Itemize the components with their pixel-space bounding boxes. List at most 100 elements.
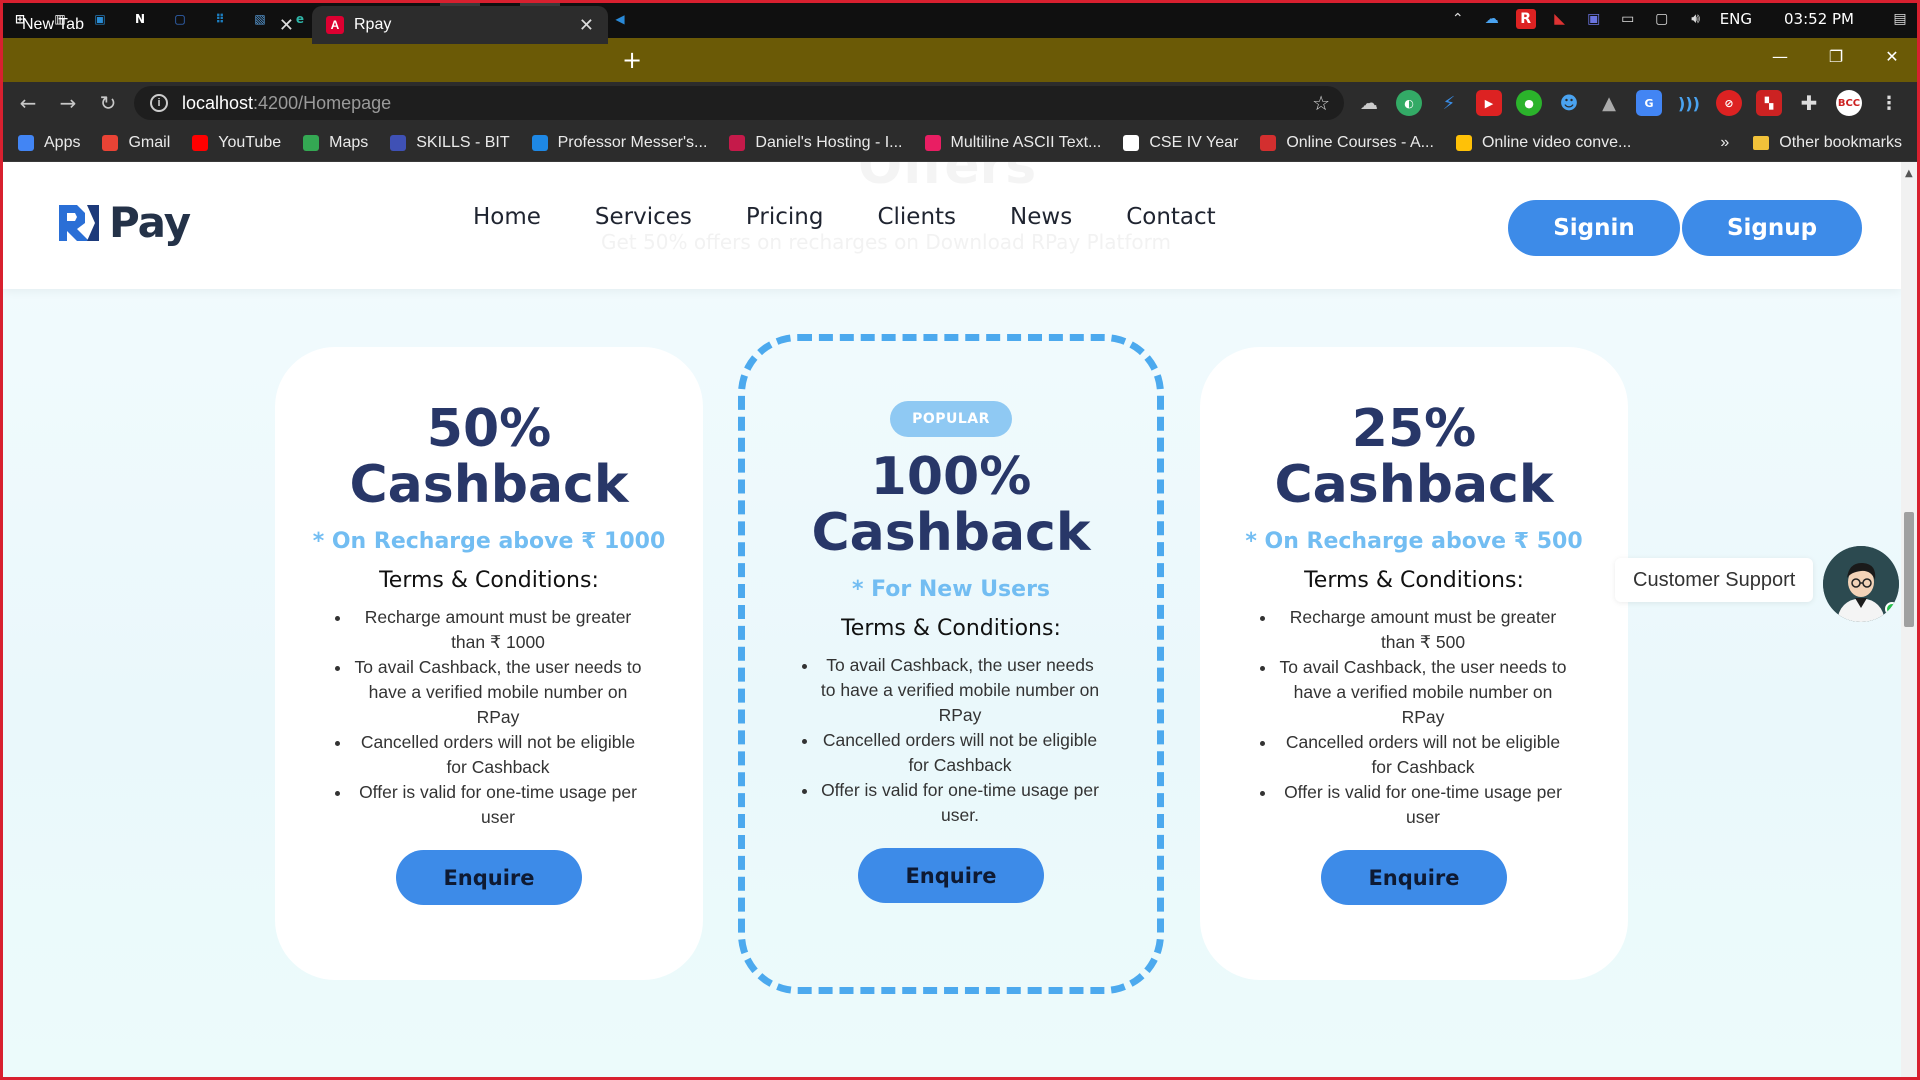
customer-support-label[interactable]: Customer Support <box>1615 558 1814 602</box>
terms-item: Cancelled orders will not be eligible fo… <box>1277 730 1569 780</box>
chevron-up-icon[interactable]: ⌃ <box>1448 9 1468 29</box>
offer-title: Cashback <box>1274 455 1554 515</box>
notification-icon[interactable]: ▤ <box>1890 9 1910 29</box>
bookmark-item[interactable]: Online video conve... <box>1455 134 1631 152</box>
bookmark-label: YouTube <box>218 133 282 151</box>
translate-icon[interactable]: G <box>1636 90 1662 116</box>
site-header: Offers Get 50% offers on recharges on Do… <box>3 162 1901 289</box>
url-path: :4200/Homepage <box>253 92 392 113</box>
skills-icon <box>390 134 407 151</box>
close-window-icon[interactable]: ✕ <box>1864 38 1920 74</box>
close-tab-icon[interactable]: ✕ <box>579 15 594 36</box>
nav-pricing[interactable]: Pricing <box>746 204 824 230</box>
app-tray-icon-2[interactable]: ◣ <box>1550 9 1570 29</box>
offer-condition: * On Recharge above ₹ 500 <box>1245 529 1583 554</box>
terms-item: Offer is valid for one-time usage per us… <box>819 778 1101 828</box>
nav-news[interactable]: News <box>1010 204 1072 230</box>
bookmark-item[interactable]: Daniel's Hosting - I... <box>729 134 903 152</box>
offer-card-25: 25% Cashback * On Recharge above ₹ 500 T… <box>1200 347 1628 980</box>
site-info-icon[interactable]: i <box>150 94 168 112</box>
offer-percent: 100% <box>870 447 1032 507</box>
volume-icon[interactable]: 🔊︎ <box>1686 9 1706 29</box>
section-ghost-subtitle: Get 50% offers on recharges on Download … <box>601 230 1171 254</box>
signup-button[interactable]: Signup <box>1682 200 1862 256</box>
page-scrollbar[interactable]: ▲ <box>1901 162 1917 1077</box>
tab-new-tab[interactable]: New Tab ✕ <box>8 6 308 44</box>
terms-item: Recharge amount must be greater than ₹ 1… <box>352 605 644 655</box>
restore-icon[interactable]: ❐ <box>1808 38 1864 74</box>
forward-arrow-icon[interactable]: → <box>48 82 88 124</box>
extension-icon-6[interactable]: ☻ <box>1556 90 1582 116</box>
nav-home[interactable]: Home <box>473 204 541 230</box>
terms-item: To avail Cashback, the user needs to hav… <box>352 655 644 730</box>
extension-icon-7[interactable]: ))) <box>1676 90 1702 116</box>
bookmark-item[interactable]: SKILLS - BIT <box>390 134 510 152</box>
tab-title: New Tab <box>22 16 84 33</box>
clock[interactable]: 03:52 PM <box>1784 10 1854 28</box>
bookmark-label: Online Courses - A... <box>1286 133 1434 151</box>
bookmark-label: Professor Messer's... <box>557 133 708 151</box>
folder-icon <box>1753 136 1770 150</box>
logo-text: Pay <box>109 198 191 247</box>
bookmark-item[interactable]: CSE IV Year <box>1123 134 1238 152</box>
minimize-icon[interactable]: — <box>1752 38 1808 74</box>
vscode-icon-glyph: ◀ <box>615 12 625 26</box>
menu-kebab-icon[interactable]: ⋮ <box>1876 90 1902 116</box>
tab-rpay[interactable]: A Rpay ✕ <box>312 6 608 44</box>
support-avatar[interactable] <box>1823 546 1899 622</box>
more-bookmarks-icon[interactable]: » <box>1720 134 1729 152</box>
reload-icon[interactable]: ↻ <box>88 82 128 124</box>
language-indicator[interactable]: ENG <box>1720 10 1752 28</box>
onedrive-icon[interactable]: ☁ <box>1482 9 1502 29</box>
scroll-up-arrow-icon[interactable]: ▲ <box>1905 168 1913 179</box>
enquire-button[interactable]: Enquire <box>1321 850 1507 905</box>
extension-icon-4[interactable]: ▶ <box>1476 90 1502 116</box>
courses-icon <box>1260 134 1277 151</box>
offer-title: Cashback <box>811 503 1091 563</box>
google-drive-icon[interactable]: ▲ <box>1596 90 1622 116</box>
scrollbar-thumb[interactable] <box>1904 512 1914 627</box>
extension-icon-2[interactable]: ◐ <box>1396 90 1422 116</box>
close-tab-icon[interactable]: ✕ <box>279 15 294 36</box>
extensions-row: ☁ ◐ ⚡ ▶ ● ☻ ▲ G ))) ⊘ ▚ ✚ BCC ⋮ <box>1356 90 1902 116</box>
window-controls: — ❐ ✕ <box>1752 38 1920 74</box>
bookmarks-bar: Apps Gmail YouTube Maps SKILLS - BIT Professo… <box>0 124 1920 162</box>
bookmark-label: CSE IV Year <box>1149 133 1239 151</box>
nav-services[interactable]: Services <box>595 204 692 230</box>
tab-title: Rpay <box>354 16 392 33</box>
nav-contact[interactable]: Contact <box>1126 204 1215 230</box>
bookmark-item[interactable]: Maps <box>303 134 368 152</box>
nav-clients[interactable]: Clients <box>877 204 956 230</box>
extension-icon-5[interactable]: ● <box>1516 90 1542 116</box>
address-bar[interactable]: i localhost:4200/Homepage ☆ <box>134 86 1344 120</box>
bookmark-item[interactable]: Apps <box>18 134 80 152</box>
bookmark-item[interactable]: Online Courses - A... <box>1260 134 1434 152</box>
battery-icon[interactable]: ▭ <box>1618 9 1638 29</box>
bookmark-item[interactable]: Gmail <box>102 134 170 152</box>
signin-button[interactable]: Signin <box>1508 200 1680 256</box>
teams-tray-icon[interactable]: ▣ <box>1584 9 1604 29</box>
extension-icon-3[interactable]: ⚡ <box>1436 90 1462 116</box>
offer-condition: * On Recharge above ₹ 1000 <box>312 529 666 554</box>
rpay-logo[interactable]: Pay <box>59 198 191 247</box>
app-tray-icon[interactable]: R <box>1515 9 1536 29</box>
bookmark-item[interactable]: YouTube <box>192 134 281 152</box>
section-ghost-title: Offers <box>858 162 1037 196</box>
extension-icon-1[interactable]: ☁ <box>1356 90 1382 116</box>
extensions-puzzle-icon[interactable]: ✚ <box>1796 90 1822 116</box>
terms-item: Offer is valid for one-time usage per us… <box>1277 780 1569 830</box>
extension-icon-8[interactable]: ⊘ <box>1716 90 1742 116</box>
url-host: localhost <box>182 92 254 113</box>
extension-icon-9[interactable]: ▚ <box>1756 90 1782 116</box>
profile-avatar-icon[interactable]: BCC <box>1836 90 1862 116</box>
bookmark-star-icon[interactable]: ☆ <box>1312 91 1330 116</box>
other-bookmarks[interactable]: Other bookmarks <box>1753 134 1902 152</box>
maps-icon <box>303 134 320 151</box>
network-icon[interactable]: ▢ <box>1652 9 1672 29</box>
bookmark-item[interactable]: Multiline ASCII Text... <box>924 134 1101 152</box>
enquire-button[interactable]: Enquire <box>396 850 582 905</box>
bookmark-item[interactable]: Professor Messer's... <box>531 133 708 152</box>
back-arrow-icon[interactable]: ← <box>8 82 48 124</box>
enquire-button[interactable]: Enquire <box>858 848 1044 903</box>
new-tab-plus-icon[interactable]: + <box>622 46 642 74</box>
